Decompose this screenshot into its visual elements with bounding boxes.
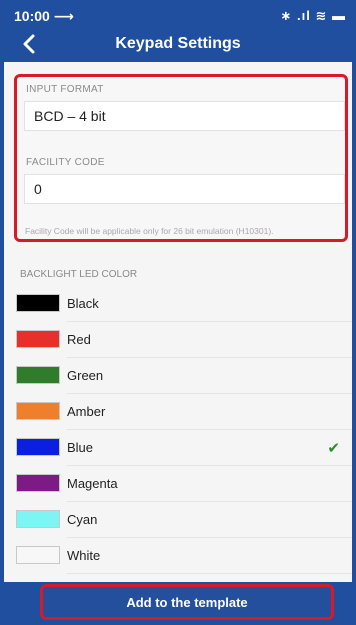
led-option-label: Magenta [67,476,118,491]
led-option-label: Black [67,296,99,311]
led-option-label: Green [67,368,104,383]
color-swatch [16,330,60,348]
color-swatch [16,366,60,384]
led-option-label: Cyan [67,512,98,527]
led-option-blue[interactable]: Blue ✔ [4,430,352,466]
right-edge [352,0,356,625]
backlight-label: BACKLIGHT LED COLOR [20,269,138,280]
add-to-template-button[interactable]: Add to the template [40,584,334,620]
led-option-green[interactable]: Green [4,358,352,394]
color-swatch [16,474,60,492]
led-option-black[interactable]: Black [4,286,352,322]
divider [67,573,352,574]
checkmark-icon: ✔ [327,440,340,457]
main-content: INPUT FORMAT BCD – 4 bit FACILITY CODE 0… [4,62,352,582]
color-swatch [16,294,60,312]
page-title: Keypad Settings [115,35,241,52]
led-option-label: Blue [67,440,94,455]
input-format-field[interactable]: BCD – 4 bit [24,101,345,131]
led-color-list: Black Red Green Amber Blue ✔ Magenta Cya… [4,286,352,574]
color-swatch [16,438,60,456]
color-swatch [16,546,60,564]
color-swatch [16,510,60,528]
facility-code-field[interactable]: 0 [24,174,345,204]
app-screen: 10:00 ⟶ ∗ .ıl ≋ ▬ Keypad Settings INPUT … [0,0,356,625]
facility-code-note: Facility Code will be applicable only fo… [25,226,274,236]
led-option-white[interactable]: White [4,538,352,574]
status-icons: ∗ .ıl ≋ ▬ [280,8,346,23]
led-option-cyan[interactable]: Cyan [4,502,352,538]
led-option-red[interactable]: Red [4,322,352,358]
status-time: 10:00 ⟶ [14,8,74,24]
facility-code-label: FACILITY CODE [26,157,105,168]
led-option-label: Red [67,332,91,347]
nav-bar: 10:00 ⟶ ∗ .ıl ≋ ▬ Keypad Settings [0,0,356,62]
color-swatch [16,402,60,420]
led-option-amber[interactable]: Amber [4,394,352,430]
input-format-label: INPUT FORMAT [26,84,104,95]
led-option-label: Amber [67,404,106,419]
led-option-magenta[interactable]: Magenta [4,466,352,502]
format-section: INPUT FORMAT BCD – 4 bit FACILITY CODE 0… [14,74,348,242]
led-option-label: White [67,548,101,563]
